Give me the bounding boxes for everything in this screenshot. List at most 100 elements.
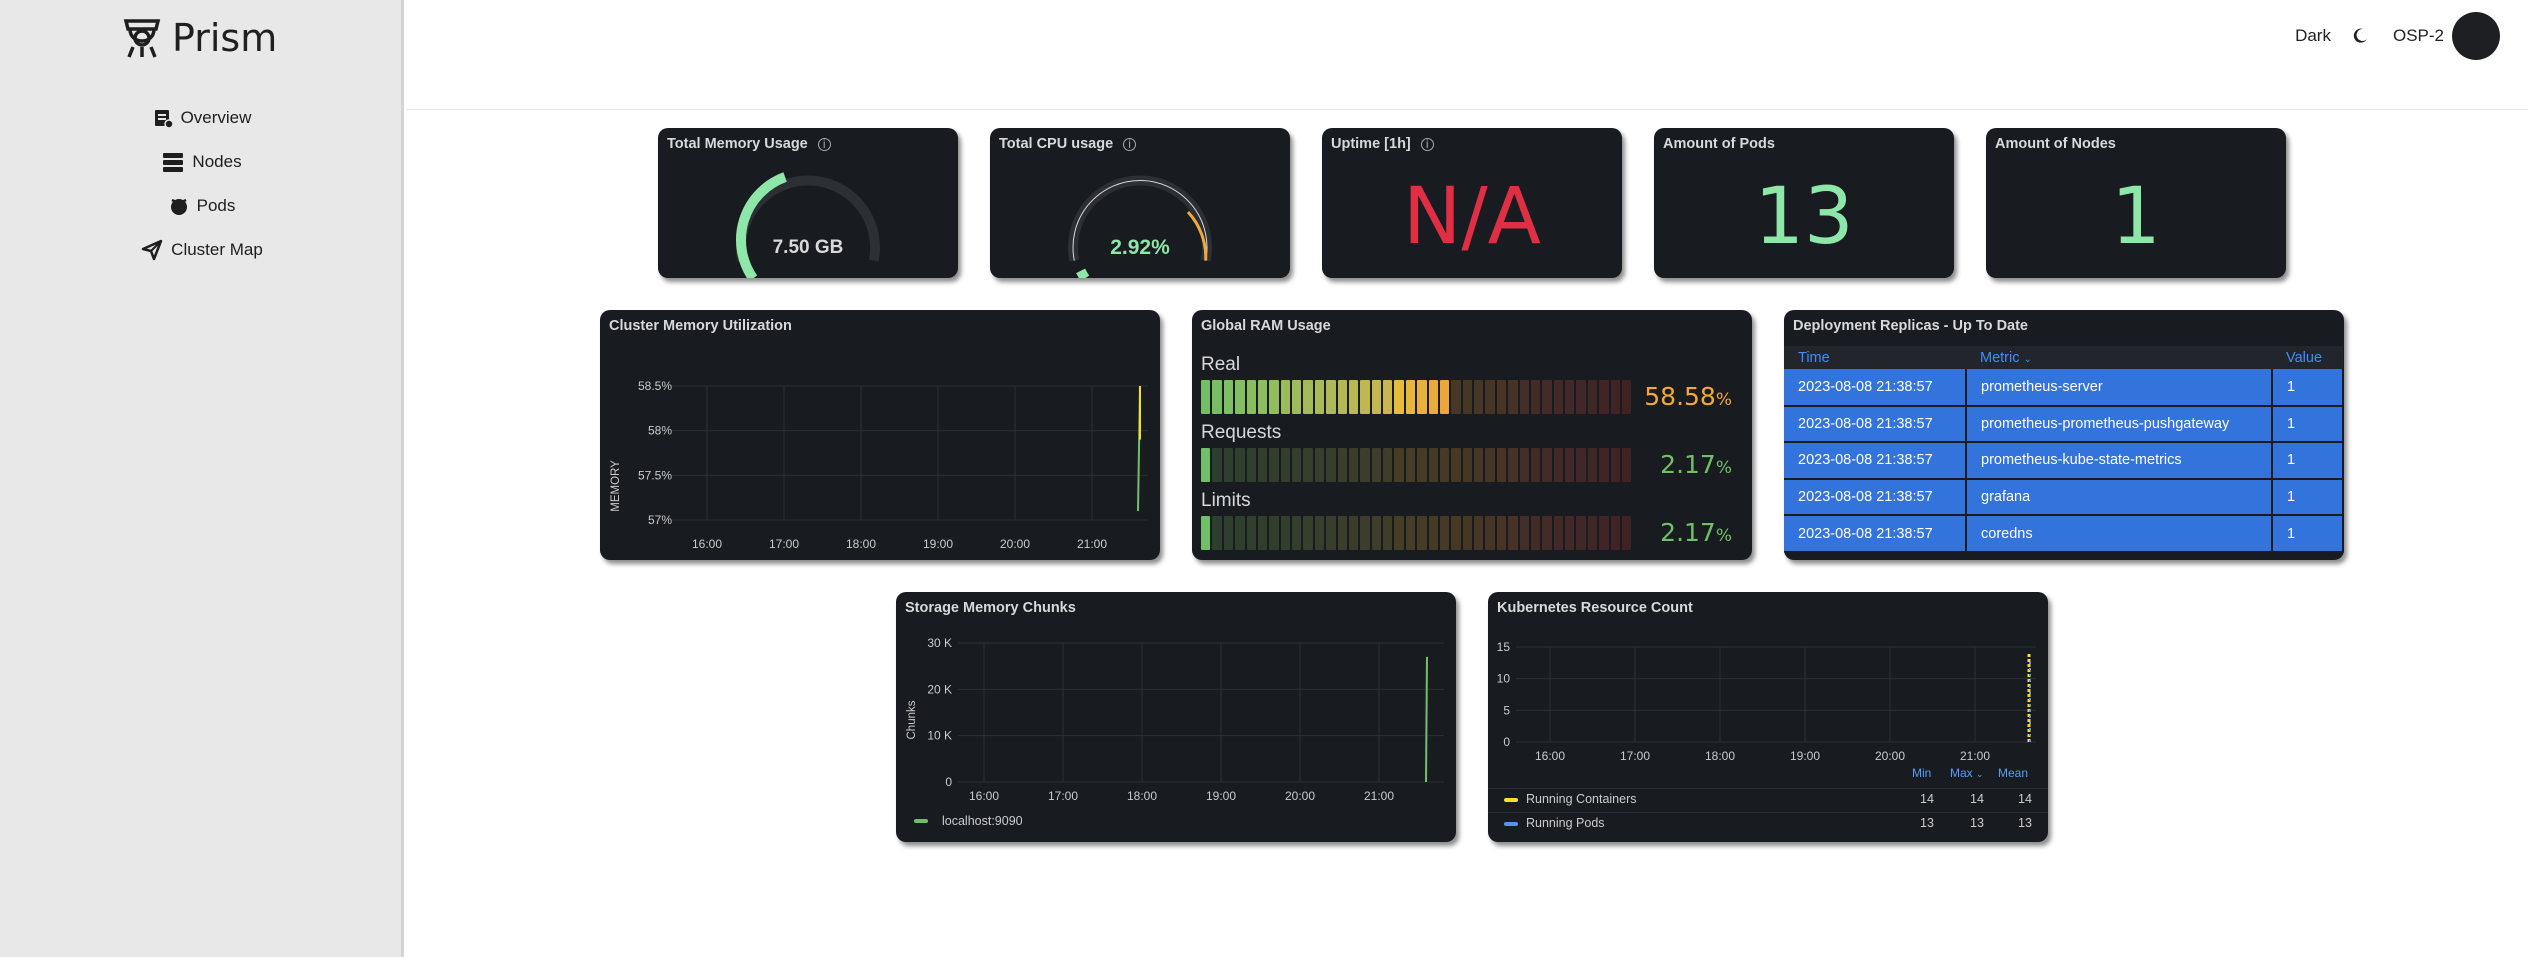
bar-gauge-cell <box>1280 380 1290 414</box>
bar-gauge-cell <box>1417 448 1427 482</box>
table-row[interactable]: 2023-08-08 21:38:57 coredns 1 <box>1784 515 2344 553</box>
cluster-memory-chart: MEMORY 58.5% 58% 57.5% 57% 16:00 17:00 18:00 19… <box>610 379 1148 551</box>
bar-gauge-cell <box>1371 516 1381 550</box>
sidebar-item-cluster-map[interactable]: Cluster Map <box>0 228 404 272</box>
bar-gauge-cell <box>1246 448 1256 482</box>
bar-gauge-value: 2.17% <box>1660 450 1732 479</box>
bar-gauge <box>1201 516 1632 550</box>
bar-gauge-label: Requests <box>1201 422 1282 443</box>
column-header-time[interactable]: Time <box>1784 346 1966 369</box>
bar-gauge-cell <box>1587 380 1598 414</box>
bar-gauge-cell <box>1348 516 1359 550</box>
bar-gauge-cell <box>1542 516 1552 550</box>
bar-gauge-cell <box>1508 448 1518 482</box>
cell-time: 2023-08-08 21:38:57 <box>1784 369 1967 407</box>
pods-count-panel: Amount of Pods 13 <box>1654 128 1954 278</box>
bar-gauge-cell <box>1280 448 1290 482</box>
x-tick-label: 21:00 <box>1364 789 1394 803</box>
table-row[interactable]: 2023-08-08 21:38:57 prometheus-prometheus… <box>1784 405 2344 444</box>
bar-gauge-cell <box>1621 380 1632 414</box>
y-tick-label: 57.5% <box>638 468 672 482</box>
avatar[interactable] <box>2452 12 2500 60</box>
legend-label: Running Pods <box>1526 816 1605 830</box>
column-header-value[interactable]: Value <box>2272 346 2343 369</box>
x-tick-label: 18:00 <box>1705 749 1735 763</box>
legend-header-max[interactable]: Max ⌄ <box>1950 766 1984 780</box>
legend-min: 14 <box>1920 792 1934 806</box>
memory-gauge: 7.50 GB <box>736 172 880 278</box>
legend-header-min[interactable]: Min <box>1912 766 1931 780</box>
k8s-resource-panel: Kubernetes Resource Count 15 10 5 0 16:00 17:… <box>1488 592 2048 842</box>
sidebar-item-label: Overview <box>180 108 252 127</box>
bar-gauge-cell <box>1530 448 1541 482</box>
bar-gauge-cell <box>1292 516 1302 550</box>
legend-item[interactable]: Running Containers 14 14 14 <box>1488 788 2048 810</box>
sidebar-item-overview[interactable]: Overview <box>0 96 404 140</box>
bar-gauge-cell <box>1269 516 1279 550</box>
cell-metric: prometheus-prometheus-pushgateway <box>1966 405 2273 444</box>
cell-time: 2023-08-08 21:38:57 <box>1784 478 1967 517</box>
bar-gauge-cell <box>1576 448 1586 482</box>
legend-mean: 13 <box>2018 816 2032 830</box>
panel-title: Amount of Nodes <box>1995 136 2116 152</box>
bar-gauge-cell <box>1508 380 1518 414</box>
x-tick-label: 21:00 <box>1077 537 1107 551</box>
table-row[interactable]: 2023-08-08 21:38:57 prometheus-server 1 <box>1784 369 2344 407</box>
bar-gauge-cell <box>1326 516 1336 550</box>
bar-gauge-cell <box>1212 516 1222 550</box>
top-bar: Dark OSP-2 <box>407 0 2528 110</box>
bar-gauge-cell <box>1326 380 1336 414</box>
bar-gauge-cell <box>1451 516 1461 550</box>
legend-item[interactable]: localhost:9090 <box>914 814 1023 828</box>
y-tick-label: 58.5% <box>638 379 672 393</box>
column-header-metric[interactable]: Metric ⌄ <box>1966 346 2272 369</box>
sidebar-item-nodes[interactable]: Nodes <box>0 140 404 184</box>
legend-item[interactable]: Running Pods 13 13 13 <box>1488 812 2048 834</box>
chevron-down-icon: ⌄ <box>2023 353 2032 365</box>
bar-gauge-cell <box>1257 516 1268 550</box>
cluster-memory-panel: Cluster Memory Utilization MEMORY 58.5% 5… <box>600 310 1160 560</box>
bar-gauge <box>1201 380 1632 414</box>
y-tick-label: 0 <box>1503 735 1510 749</box>
bar-gauge-cell <box>1405 380 1416 414</box>
bar-gauge-cell <box>1485 448 1495 482</box>
bar-gauge-cell <box>1610 516 1620 550</box>
bar-gauge-cell <box>1485 516 1495 550</box>
bar-gauge-cell <box>1235 380 1245 414</box>
cell-time: 2023-08-08 21:38:57 <box>1784 405 1967 444</box>
moon-icon[interactable] <box>2351 27 2369 45</box>
info-icon[interactable]: i <box>1420 137 1434 151</box>
bar-gauge-cell <box>1269 448 1279 482</box>
y-tick-label: 10 <box>1497 672 1511 686</box>
sidebar: Prism Overview Nodes Pods Cluster Map <box>0 0 404 957</box>
cell-time: 2023-08-08 21:38:57 <box>1784 442 1967 480</box>
bar-gauge-cell <box>1292 380 1302 414</box>
chevron-down-icon: ⌄ <box>1976 769 1984 779</box>
bar-gauge-cell <box>1269 380 1279 414</box>
replicas-table: Time Metric ⌄ Value 2023-08-08 21:38:57 p… <box>1784 346 2344 553</box>
bar-gauge-cell <box>1383 516 1393 550</box>
app-name: Prism <box>172 16 278 60</box>
legend-header-mean[interactable]: Mean <box>1998 766 2028 780</box>
cell-metric: coredns <box>1966 515 2273 553</box>
panel-title: Deployment Replicas - Up To Date <box>1793 318 2028 334</box>
legend-mean: 14 <box>2018 792 2032 806</box>
bar-gauge-cell <box>1257 380 1268 414</box>
table-row[interactable]: 2023-08-08 21:38:57 grafana 1 <box>1784 478 2344 517</box>
bar-gauge-cell <box>1235 448 1245 482</box>
bar-gauge-cell <box>1462 380 1472 414</box>
bar-gauge-cell <box>1496 448 1507 482</box>
bar-gauge-cell <box>1257 448 1268 482</box>
app-logo[interactable]: Prism <box>122 16 277 60</box>
theme-label: Dark <box>2295 26 2331 45</box>
sidebar-item-pods[interactable]: Pods <box>0 184 404 228</box>
bar-gauge-cell <box>1417 516 1427 550</box>
bar-gauge-cell <box>1428 516 1438 550</box>
table-row[interactable]: 2023-08-08 21:38:57 prometheus-kube-state… <box>1784 442 2344 480</box>
bar-gauge-cell <box>1621 448 1632 482</box>
legend-label: Running Containers <box>1526 792 1637 806</box>
bar-gauge-cell <box>1246 380 1256 414</box>
bar-gauge-label: Real <box>1201 354 1241 375</box>
panel-title: Amount of Pods <box>1663 136 1775 152</box>
bar-gauge-cell <box>1621 516 1632 550</box>
